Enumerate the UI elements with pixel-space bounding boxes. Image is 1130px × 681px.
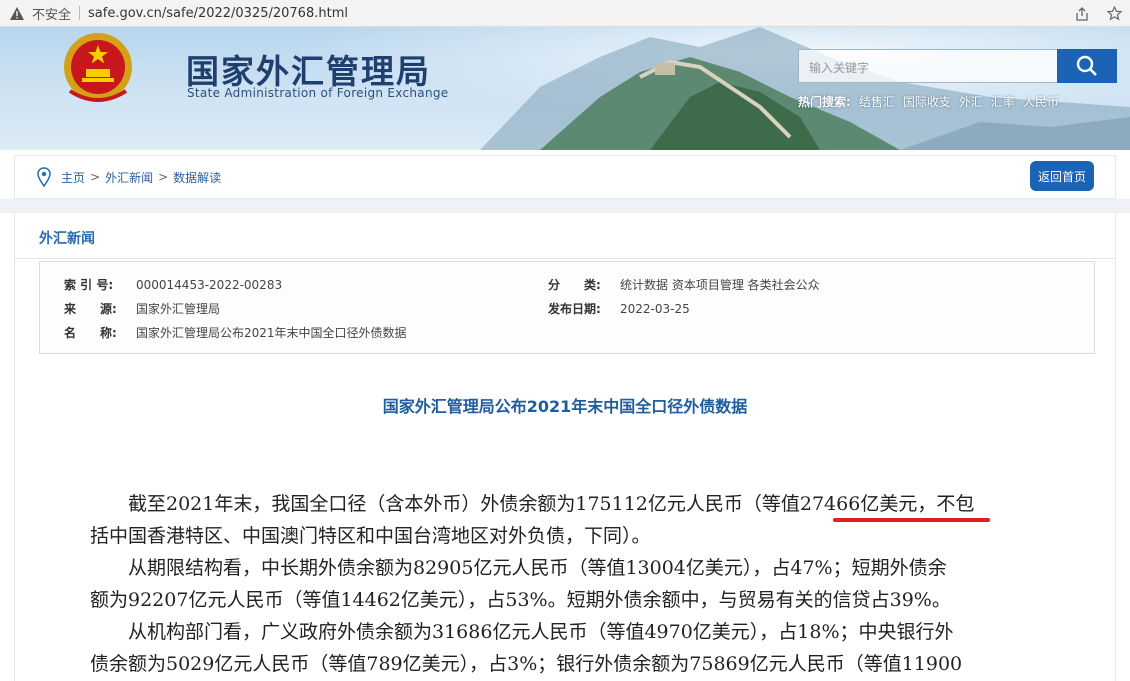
search-icon bbox=[1076, 55, 1097, 76]
article-line: 从期限结构看，中长期外债余额为82905亿元人民币（等值13004亿美元），占4… bbox=[90, 557, 947, 579]
address-divider bbox=[79, 6, 81, 20]
hot-search-item[interactable]: 国际收支 bbox=[903, 93, 951, 110]
hot-search-bar: 热门搜索: 结售汇 国际收支 外汇 汇率 人民币 bbox=[798, 93, 1059, 110]
meta-index-value: 000014453-2022-00283 bbox=[136, 277, 283, 292]
meta-row-category: 分 类: 统计数据 资本项目管理 各类社会公众 bbox=[548, 276, 820, 293]
security-label[interactable]: 不安全 bbox=[32, 4, 71, 23]
breadcrumb: 主页 > 外汇新闻 > 数据解读 返回首页 bbox=[14, 155, 1116, 199]
section-title: 外汇新闻 bbox=[39, 231, 95, 247]
meta-date-key: 发布日期: bbox=[548, 302, 601, 316]
breadcrumb-data-analysis[interactable]: 数据解读 bbox=[173, 169, 221, 186]
meta-row-source: 来 源: 国家外汇管理局 bbox=[64, 300, 220, 317]
article-body: 截至2021年末，我国全口径（含本外币）外债余额为175112亿元人民币（等值2… bbox=[90, 488, 1050, 680]
breadcrumb-separator: > bbox=[90, 170, 101, 184]
meta-name-key: 名 称: bbox=[64, 326, 117, 340]
breadcrumb-separator: > bbox=[158, 170, 169, 184]
article-line: 债余额为5029亿元人民币（等值789亿美元），占3%；银行外债余额为75869… bbox=[90, 653, 963, 675]
article-line: 从机构部门看，广义政府外债余额为31686亿元人民币（等值4970亿美元），占1… bbox=[90, 621, 954, 643]
meta-category-key: 分 类: bbox=[548, 278, 601, 292]
article-line: 额为92207亿元人民币（等值14462亿美元），占53%。短期外债余额中，与贸… bbox=[90, 589, 951, 611]
hot-search-item[interactable]: 结售汇 bbox=[859, 93, 895, 110]
meta-index-key: 索 引 号: bbox=[64, 278, 114, 292]
document-metadata-table: 索 引 号: 000014453-2022-00283 来 源: 国家外汇管理局… bbox=[39, 261, 1095, 354]
red-highlight-underline bbox=[833, 518, 990, 522]
hot-search-item[interactable]: 外汇 bbox=[959, 93, 983, 110]
meta-category-value: 统计数据 资本项目管理 各类社会公众 bbox=[620, 278, 820, 292]
meta-row-index: 索 引 号: 000014453-2022-00283 bbox=[64, 276, 282, 293]
meta-date-value: 2022-03-25 bbox=[620, 301, 690, 316]
hot-search-item[interactable]: 汇率 bbox=[991, 93, 1015, 110]
great-wall-illustration bbox=[480, 27, 1130, 150]
meta-row-date: 发布日期: 2022-03-25 bbox=[548, 300, 690, 317]
meta-row-name: 名 称: 国家外汇管理局公布2021年末中国全口径外债数据 bbox=[64, 324, 407, 341]
share-icon[interactable] bbox=[1066, 6, 1098, 21]
hot-search-label: 热门搜索: bbox=[798, 95, 851, 109]
browser-address-bar: 不安全 safe.gov.cn/safe/2022/0325/20768.htm… bbox=[0, 0, 1130, 27]
location-pin-icon bbox=[37, 167, 51, 187]
search-button[interactable] bbox=[1057, 49, 1117, 83]
meta-name-value: 国家外汇管理局公布2021年末中国全口径外债数据 bbox=[136, 326, 407, 340]
warning-icon bbox=[10, 6, 24, 20]
meta-source-value: 国家外汇管理局 bbox=[136, 302, 221, 316]
site-logo-english: State Administration of Foreign Exchange bbox=[187, 86, 449, 100]
national-emblem-icon bbox=[58, 29, 138, 109]
back-home-button[interactable]: 返回首页 bbox=[1029, 161, 1094, 191]
site-header-banner: 国家外汇管理局 State Administration of Foreign … bbox=[0, 27, 1130, 150]
article-line: 括中国香港特区、中国澳门特区和中国台湾地区对外负债，下同）。 bbox=[90, 525, 651, 547]
section-divider bbox=[15, 258, 1115, 259]
article-line: 截至2021年末，我国全口径（含本外币）外债余额为175112亿元人民币（等值2… bbox=[90, 493, 975, 515]
search-input[interactable]: 输入关键字 bbox=[798, 49, 1058, 83]
divider-stripe bbox=[0, 199, 1130, 213]
breadcrumb-home[interactable]: 主页 bbox=[61, 169, 85, 186]
meta-source-key: 来 源: bbox=[64, 302, 117, 316]
article-title: 国家外汇管理局公布2021年末中国全口径外债数据 bbox=[382, 397, 748, 416]
bookmark-star-icon[interactable] bbox=[1098, 6, 1130, 21]
hot-search-item[interactable]: 人民币 bbox=[1023, 93, 1059, 110]
url-field[interactable]: safe.gov.cn/safe/2022/0325/20768.html bbox=[88, 6, 348, 21]
breadcrumb-foreign-news[interactable]: 外汇新闻 bbox=[105, 169, 153, 186]
